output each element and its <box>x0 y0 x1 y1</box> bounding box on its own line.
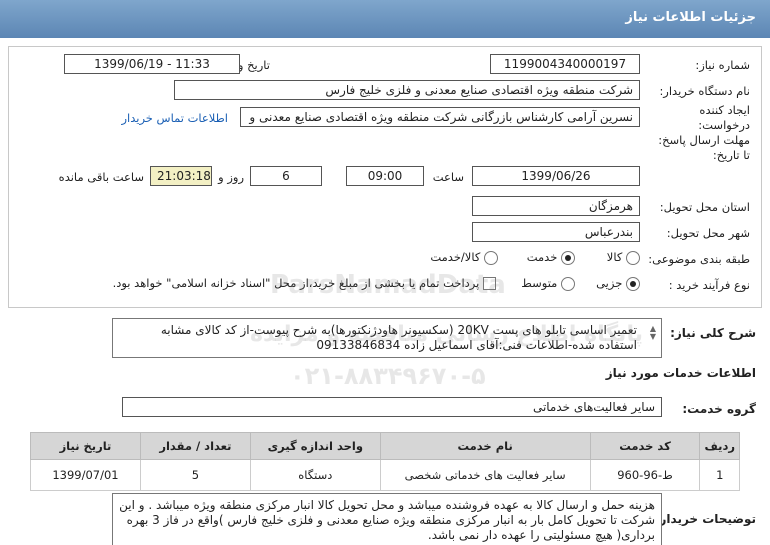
buyer-notes-label: توضیحات خریدار: <box>654 512 756 526</box>
days-remaining-field: 6 <box>250 166 322 186</box>
summary-textbox[interactable]: ▲ ▼ تعمیر اساسی تابلو های پست 20KV (سکسیو… <box>112 318 662 358</box>
treasury-payment-option[interactable]: پرداخت تمام یا بخشی از مبلغ خرید،از محل … <box>113 276 496 290</box>
cell-qty: 5 <box>139 459 251 491</box>
cell-date: 1399/07/01 <box>30 459 141 491</box>
purchase-type-label: نوع فرآیند خرید : <box>668 278 750 292</box>
services-section-title: اطلاعات خدمات مورد نیاز <box>605 366 756 380</box>
summary-label: شرح کلی نیاز: <box>670 326 756 340</box>
col-name: نام خدمت <box>379 432 591 460</box>
buyer-contact-link[interactable]: اطلاعات تماس خریدار <box>121 111 228 125</box>
service-group-label: گروه خدمت: <box>682 402 756 416</box>
services-table: ردیف کد خدمت نام خدمت واحد اندازه گیری ت… <box>30 432 740 491</box>
need-number-field: 1199004340000197 <box>490 54 640 74</box>
col-row: ردیف <box>699 432 740 460</box>
days-label: روز و <box>218 170 244 184</box>
deadline-label-1: مهلت ارسال پاسخ: <box>658 133 750 147</box>
category-option-goods[interactable]: کالا <box>607 250 640 265</box>
deadline-time-label: ساعت <box>432 170 464 184</box>
deadline-time-field: 09:00 <box>346 166 424 186</box>
service-group-field: سایر فعالیت‌های خدماتی <box>122 397 662 417</box>
page-title: جزئیات اطلاعات نیاز <box>625 10 756 25</box>
deadline-label-2: تا تاریخ: <box>712 148 750 162</box>
creator-field: نسرین آرامی کارشناس بازرگانی شرکت منطقه … <box>240 107 640 127</box>
remaining-time-label: ساعت باقی مانده <box>58 170 144 184</box>
cell-code: ط-96-960 <box>589 459 701 491</box>
province-label: استان محل تحویل: <box>659 200 750 214</box>
remaining-time-field: 21:03:18 <box>150 166 212 186</box>
buyer-notes-text: هزینه حمل و ارسال کالا به عهده فروشنده م… <box>119 498 655 542</box>
category-option-service[interactable]: خدمت <box>527 250 575 265</box>
buyer-name-label: نام دستگاه خریدار: <box>659 84 750 98</box>
need-number-label: شماره نیاز: <box>695 58 750 72</box>
purchase-option-medium[interactable]: متوسط <box>521 276 575 291</box>
category-label: طبقه بندی موضوعی: <box>648 252 750 266</box>
page-header: جزئیات اطلاعات نیاز <box>0 0 770 38</box>
cell-row: 1 <box>699 459 740 491</box>
city-label: شهر محل تحویل: <box>666 226 750 240</box>
radio-service-icon[interactable] <box>561 250 575 265</box>
radio-minor-icon[interactable] <box>626 276 640 291</box>
radio-goods-icon[interactable] <box>626 250 640 265</box>
creator-label-1: ایجاد کننده <box>699 103 750 117</box>
category-option-goods-service[interactable]: کالا/خدمت <box>430 250 498 265</box>
summary-text: تعمیر اساسی تابلو های پست 20KV (سکسیونر … <box>160 323 637 352</box>
cell-name: سایر فعالیت های خدماتی شخصی <box>379 459 591 491</box>
creator-label-2: درخواست: <box>698 118 750 132</box>
scroll-arrows-icon[interactable]: ▲ ▼ <box>650 325 656 341</box>
buyer-name-field: شرکت منطقه ویژه اقتصادی صنایع معدنی و فل… <box>174 80 640 100</box>
col-qty: تعداد / مقدار <box>139 432 251 460</box>
radio-medium-icon[interactable] <box>561 276 575 291</box>
buyer-notes-box: هزینه حمل و ارسال کالا به عهده فروشنده م… <box>112 493 662 545</box>
city-field: بندرعباس <box>472 222 640 242</box>
checkbox-icon[interactable] <box>483 277 496 290</box>
purchase-option-minor[interactable]: جزیی <box>596 276 640 291</box>
deadline-date-field: 1399/06/26 <box>472 166 640 186</box>
col-date: تاریخ نیاز <box>30 432 141 460</box>
col-code: کد خدمت <box>589 432 701 460</box>
table-row: 1 ط-96-960 سایر فعالیت های خدماتی شخصی د… <box>30 459 740 491</box>
col-unit: واحد اندازه گیری <box>249 432 381 460</box>
cell-unit: دستگاه <box>249 459 381 491</box>
province-field: هرمزگان <box>472 196 640 216</box>
watermark-phone: ۰۲۱-۸۸۳۴۹۶۷۰-۵ <box>290 362 486 390</box>
table-header-row: ردیف کد خدمت نام خدمت واحد اندازه گیری ت… <box>30 432 740 460</box>
radio-goods-service-icon[interactable] <box>484 250 498 265</box>
announce-date-field: 1399/06/19 - 11:33 <box>64 54 240 74</box>
